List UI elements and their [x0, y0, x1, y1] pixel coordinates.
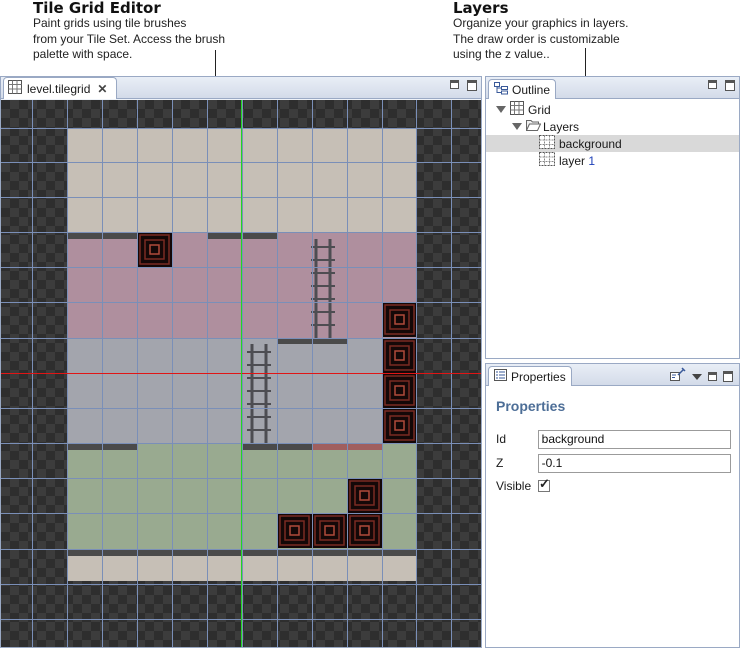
z-label: Z — [496, 456, 504, 470]
callout-line: palette with space. — [33, 47, 133, 61]
tree-item-layer-1[interactable]: layer 1 — [486, 152, 739, 169]
property-id-row: Id — [496, 429, 731, 449]
outline-icon — [494, 81, 508, 98]
tree-label: background — [559, 137, 622, 151]
outline-window-controls — [708, 80, 735, 91]
minimize-icon[interactable] — [708, 372, 717, 381]
id-field[interactable] — [537, 429, 731, 449]
maximize-icon[interactable] — [725, 80, 735, 91]
properties-toolbar — [670, 367, 733, 386]
callout-tile-grid-editor: Tile Grid Editor Paint grids using tile … — [33, 0, 225, 63]
tab-properties[interactable]: Properties — [488, 366, 572, 386]
layer-name: background — [559, 136, 622, 151]
tile-grid-drawing — [1, 100, 481, 647]
properties-icon — [494, 369, 507, 384]
crate-tile — [382, 408, 417, 443]
tree-label: layer 1 — [559, 154, 595, 168]
property-z-row: Z — [496, 453, 731, 473]
tab-outline[interactable]: Outline — [488, 79, 557, 99]
grid-file-icon — [8, 80, 22, 97]
tile-grid-editor-panel: level.tilegrid ✕ — [0, 76, 482, 648]
crate-tile — [277, 513, 312, 548]
maximize-icon[interactable] — [467, 80, 477, 91]
view-menu-icon[interactable] — [692, 373, 702, 380]
checkmark-icon: ✓ — [539, 476, 550, 491]
visible-label: Visible — [496, 479, 532, 493]
minimize-icon[interactable] — [450, 80, 459, 89]
outline-tree: Grid Layers background layer 1 — [486, 101, 739, 169]
tree-item-background[interactable]: background — [486, 135, 739, 152]
callout-line: The draw order is customizable — [453, 31, 620, 46]
folder-open-icon — [525, 119, 542, 134]
callout-line: using the z value.. — [453, 47, 550, 61]
callout-text: Paint grids using tile brushes from your… — [33, 16, 225, 63]
layer-name: layer — [559, 153, 589, 168]
properties-panel: Properties Properties Id Z Visible ✓ — [485, 363, 740, 648]
crate-tile — [382, 302, 417, 337]
tree-item-layers[interactable]: Layers — [486, 118, 739, 135]
grid-icon — [510, 101, 524, 118]
z-field[interactable] — [537, 453, 731, 473]
tab-label: Outline — [512, 82, 551, 97]
chevron-down-icon[interactable] — [512, 123, 522, 130]
crate-tile — [312, 513, 347, 548]
crate-tile — [382, 338, 417, 373]
tab-level-tilegrid[interactable]: level.tilegrid ✕ — [3, 77, 117, 99]
tile-grid-canvas[interactable] — [1, 100, 481, 647]
crate-tile — [382, 373, 417, 408]
crate-tile — [347, 513, 382, 548]
id-label: Id — [496, 432, 507, 446]
callout-line: from your Tile Set. Access the brush — [33, 31, 226, 46]
property-visible-row: Visible ✓ — [496, 476, 731, 496]
visible-checkbox[interactable]: ✓ — [538, 476, 550, 492]
callout-text: Organize your graphics in layers. The dr… — [453, 16, 628, 63]
callout-title: Layers — [453, 0, 509, 17]
callout-layers: Layers Organize your graphics in layers.… — [453, 0, 628, 63]
minimize-icon[interactable] — [708, 80, 717, 89]
close-icon[interactable]: ✕ — [97, 82, 107, 96]
layer-grid-icon — [539, 135, 555, 152]
layer-number: 1 — [588, 153, 596, 168]
maximize-icon[interactable] — [723, 371, 733, 382]
callout-title: Tile Grid Editor — [33, 0, 161, 17]
properties-title: Properties — [496, 398, 566, 414]
callout-line: Paint grids using tile brushes — [33, 16, 187, 30]
tree-item-grid[interactable]: Grid — [486, 101, 739, 118]
tree-label: Grid — [528, 102, 551, 117]
tab-label: Properties — [511, 369, 566, 384]
chevron-down-icon[interactable] — [496, 106, 506, 113]
layer-grid-icon — [539, 152, 555, 169]
editor-window-controls — [450, 80, 477, 91]
outline-panel: Outline Grid Layers background layer 1 — [485, 76, 740, 359]
crate-tile — [137, 232, 172, 267]
callout-line: Organize your graphics in layers. — [453, 16, 629, 30]
tab-label: level.tilegrid — [27, 81, 91, 96]
crate-tile — [347, 478, 382, 513]
pin-edit-icon[interactable] — [670, 367, 686, 386]
tree-label: Layers — [543, 119, 580, 134]
editor-tab-bar: level.tilegrid ✕ — [1, 77, 481, 99]
